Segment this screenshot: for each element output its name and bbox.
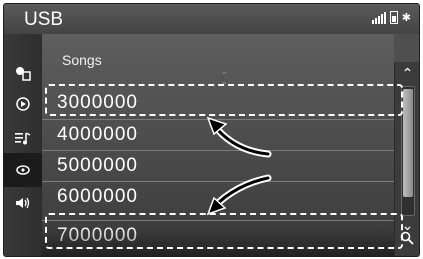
signal-strength-icon <box>371 11 386 24</box>
title-bar: USB ✱ <box>4 4 419 34</box>
sidebar <box>4 34 43 256</box>
song-name: 5000000 <box>57 155 138 176</box>
status-indicators: ✱ <box>371 11 411 24</box>
eye-icon[interactable] <box>4 153 42 187</box>
list-item[interactable]: 5000000 <box>42 150 394 181</box>
list-item[interactable]: 4000000 <box>42 119 394 150</box>
screen-title: USB <box>24 9 64 30</box>
list-item[interactable]: 6000000 <box>42 181 394 212</box>
source-icon[interactable] <box>4 56 42 90</box>
scroll-track[interactable] <box>401 86 415 216</box>
scroll-thumb[interactable] <box>403 89 413 197</box>
play-mode-icon[interactable] <box>4 87 42 121</box>
sound-icon[interactable] <box>4 186 42 220</box>
song-name: 4000000 <box>57 124 138 145</box>
bluetooth-icon: ✱ <box>401 12 411 24</box>
battery-icon <box>389 11 398 24</box>
music-list-icon[interactable] <box>4 121 42 155</box>
song-name: 6000000 <box>57 186 138 207</box>
scroll-up-button[interactable]: ⌃ <box>395 62 419 84</box>
highlight-frame-top <box>45 84 403 116</box>
highlight-frame-bottom <box>45 213 403 249</box>
list-header: Songs <box>62 52 102 68</box>
